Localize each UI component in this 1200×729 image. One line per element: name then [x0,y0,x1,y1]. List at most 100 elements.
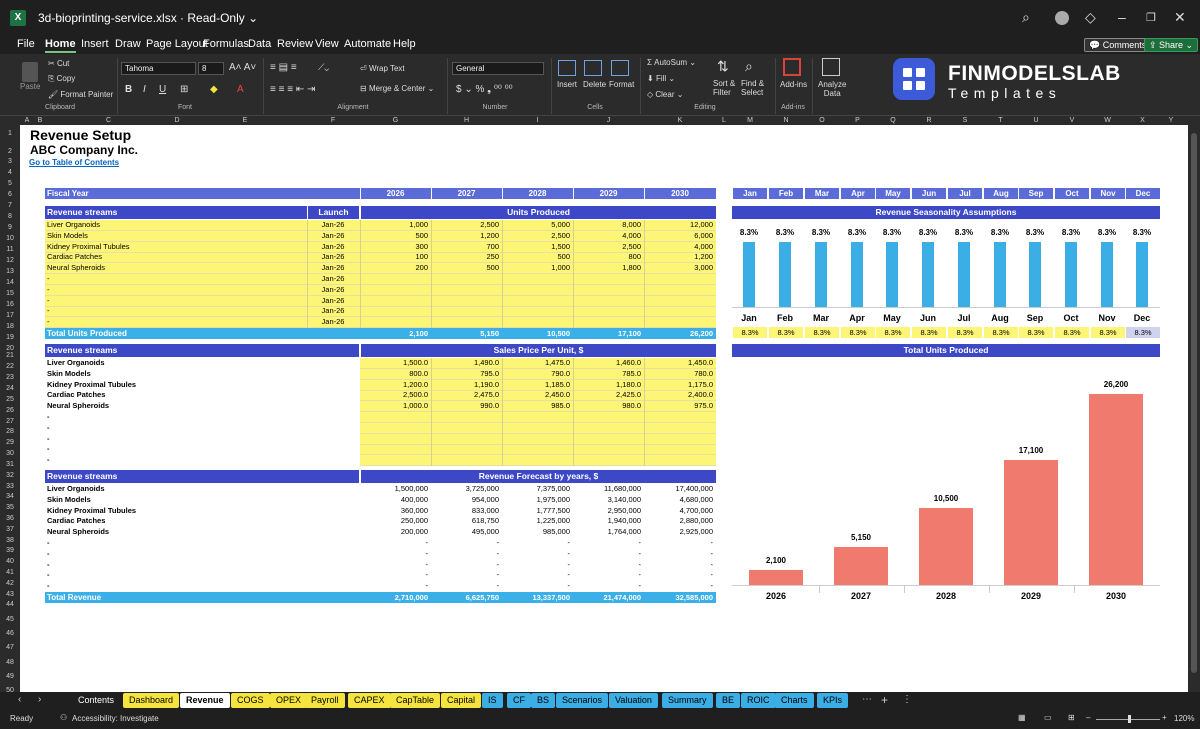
tab-valuation[interactable]: Valuation [609,693,658,708]
row-header[interactable]: 5 [0,179,20,189]
row-header[interactable]: 16 [0,300,20,310]
units-value[interactable] [431,285,499,295]
minimize-icon[interactable]: – [1118,9,1126,25]
delete-cells-icon[interactable] [584,60,602,76]
paste-button[interactable]: Paste [20,82,40,91]
units-value[interactable]: 1,000 [360,220,428,230]
diamond-icon[interactable]: ◇ [1085,9,1096,26]
row-header[interactable]: 17 [0,311,20,321]
price-value[interactable] [644,412,713,422]
row-header[interactable]: 23 [0,373,20,383]
column-header[interactable]: P [840,116,875,125]
comments-button[interactable]: 💬 Comments [1084,38,1152,52]
column-header[interactable]: K [644,116,716,125]
row-header[interactable]: 9 [0,223,20,233]
row-header[interactable]: 28 [0,427,20,437]
row-header[interactable]: 46 [0,629,20,639]
price-value[interactable]: 790.0 [502,369,570,379]
column-header[interactable]: V [1054,116,1090,125]
units-value[interactable] [502,317,570,327]
tab-opex[interactable]: OPEX [270,693,308,708]
price-value[interactable] [644,423,713,433]
price-value[interactable]: 2,500.0 [360,390,428,400]
price-value[interactable]: 1,000.0 [360,401,428,411]
seasonality-input[interactable]: 8.3% [1054,327,1089,338]
units-value[interactable]: 2,500 [431,220,499,230]
price-value[interactable] [573,444,641,454]
price-value[interactable]: 800.0 [360,369,428,379]
row-header[interactable]: 11 [0,245,20,255]
toc-link[interactable]: Go to Table of Contents [29,158,119,167]
column-header[interactable]: G [360,116,431,125]
price-value[interactable]: 1,500.0 [360,358,428,368]
column-header[interactable]: X [1125,116,1160,125]
scroll-thumb[interactable] [1191,133,1197,673]
row-header[interactable]: 31 [0,460,20,470]
units-value[interactable] [360,306,428,316]
row-header[interactable]: 21 [0,351,20,361]
row-header[interactable]: 48 [0,658,20,668]
units-value[interactable]: 1,000 [502,263,570,273]
price-value[interactable]: 795.0 [431,369,499,379]
units-value[interactable] [431,306,499,316]
price-value[interactable]: 780.0 [644,369,713,379]
units-value[interactable] [360,285,428,295]
column-header[interactable]: W [1090,116,1125,125]
cut-button[interactable]: ✂ Cut [48,59,69,68]
fill-button[interactable]: ⬇ Fill ⌄ [647,74,675,83]
price-value[interactable]: 1,175.0 [644,380,713,390]
row-header[interactable]: 1 [0,129,20,139]
price-value[interactable]: 1,460.0 [573,358,641,368]
units-value[interactable]: 1,200 [644,252,713,262]
font-color-icon[interactable]: A [237,84,244,95]
align-top-icon[interactable]: ≡ ▤ ≡ [270,62,297,73]
row-header[interactable]: 3 [0,157,20,167]
page-break-icon[interactable]: ⊞ [1068,713,1075,722]
row-header[interactable]: 35 [0,503,20,513]
column-header[interactable]: O [804,116,840,125]
price-value[interactable] [502,444,570,454]
seasonality-input[interactable]: 8.3% [840,327,875,338]
units-value[interactable]: 800 [573,252,641,262]
price-value[interactable]: 2,450.0 [502,390,570,400]
units-value[interactable] [644,317,713,327]
menu-home[interactable]: Home [45,38,76,53]
column-header[interactable]: U [1018,116,1054,125]
format-cells-icon[interactable] [611,60,629,76]
units-value[interactable]: 100 [360,252,428,262]
row-header[interactable]: 47 [0,643,20,653]
units-value[interactable] [573,306,641,316]
price-value[interactable]: 990.0 [431,401,499,411]
menu-data[interactable]: Data [248,38,271,50]
file-title[interactable]: 3d-bioprinting-service.xlsx · Read-Only … [38,11,258,25]
tab-contents[interactable]: Contents [72,693,121,708]
row-header[interactable]: 34 [0,492,20,502]
sort-filter-button[interactable]: Sort & Filter [713,79,735,97]
units-value[interactable] [644,306,713,316]
units-value[interactable]: 2,500 [573,242,641,252]
seasonality-input[interactable]: 8.3% [911,327,946,338]
row-header[interactable]: 8 [0,212,20,222]
units-value[interactable] [573,274,641,284]
price-value[interactable] [431,455,499,465]
find-select-button[interactable]: Find & Select [741,79,764,97]
units-value[interactable] [360,296,428,306]
tab-dashboard[interactable]: Dashboard [123,693,180,708]
avatar[interactable] [1055,11,1069,25]
price-value[interactable]: 2,475.0 [431,390,499,400]
row-header[interactable]: 10 [0,234,20,244]
row-header[interactable]: 26 [0,406,20,416]
row-header[interactable]: 4 [0,168,20,178]
seasonality-input[interactable]: 8.3% [768,327,803,338]
row-header[interactable]: 6 [0,190,20,200]
close-icon[interactable]: ✕ [1174,9,1186,26]
stream-name[interactable]: Liver Organoids [47,220,302,230]
price-value[interactable] [644,434,713,444]
row-header[interactable]: 49 [0,672,20,682]
zoom-out-icon[interactable]: – [1086,713,1090,722]
stream-name[interactable]: Kidney Proximal Tubules [47,242,302,252]
units-value[interactable] [502,274,570,284]
price-value[interactable]: 1,200.0 [360,380,428,390]
launch-date[interactable]: Jan-26 [307,317,359,327]
column-header[interactable]: T [983,116,1018,125]
